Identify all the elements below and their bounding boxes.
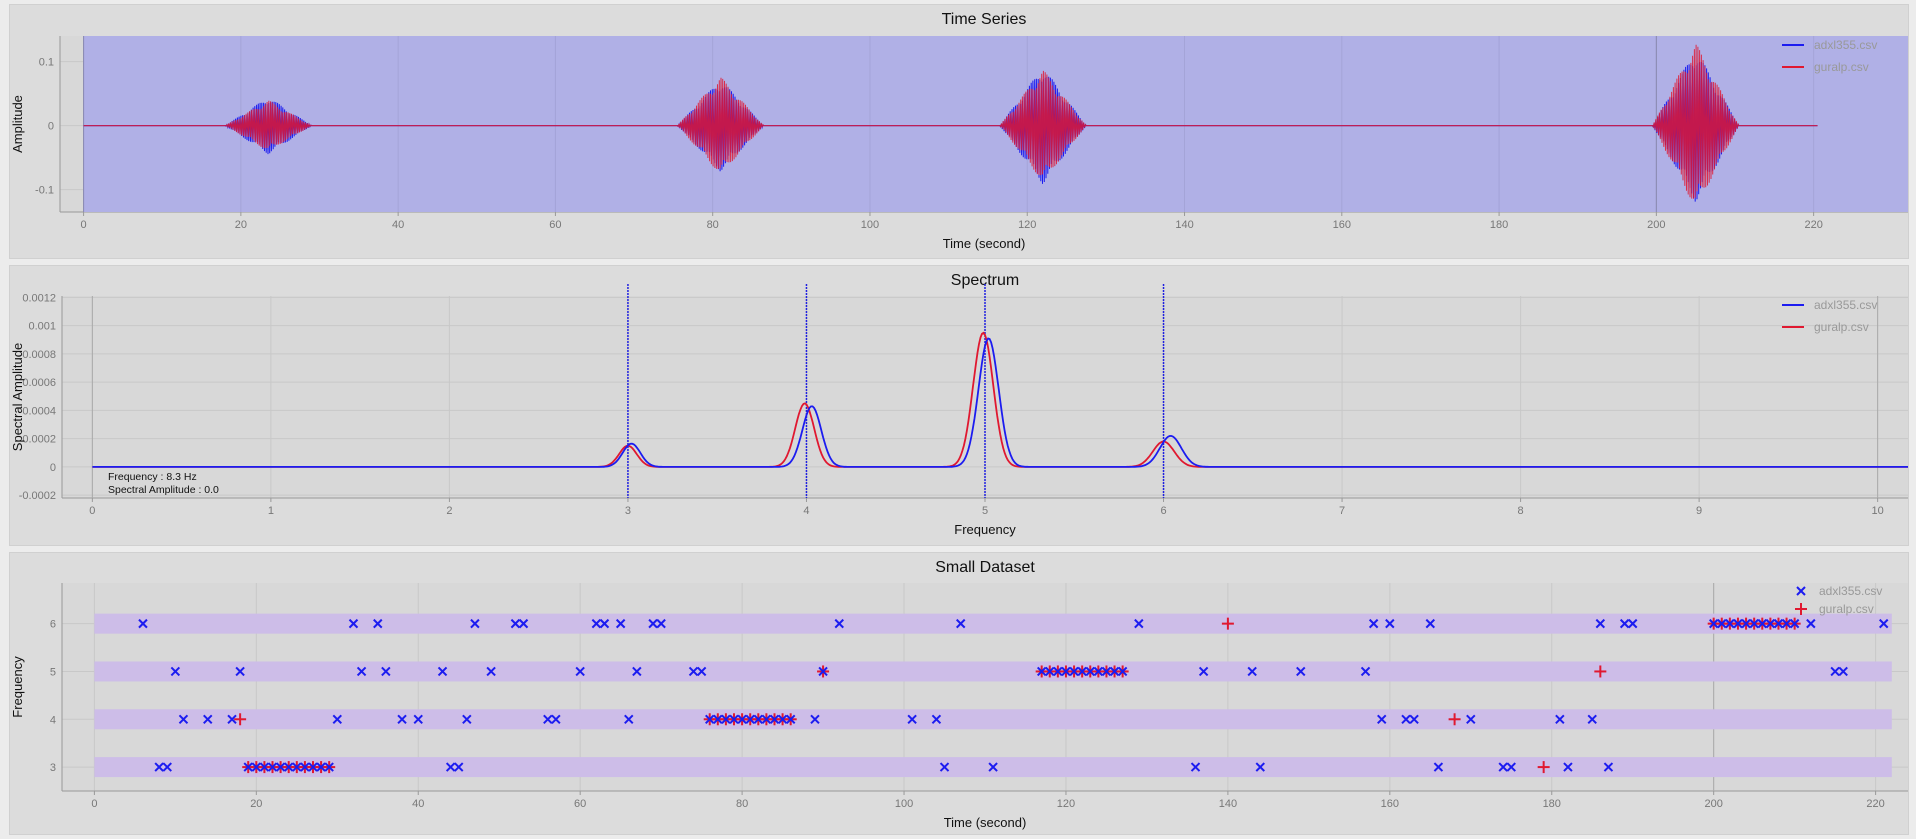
frequency-band — [94, 709, 1892, 730]
x-tick-label: 60 — [574, 798, 586, 810]
chart-title: Spectrum — [951, 272, 1019, 289]
frequency-band — [94, 613, 1892, 634]
legend-label: adxl355.csv — [1814, 298, 1877, 312]
x-tick-label: 6 — [1160, 505, 1166, 517]
x-tick-label: 4 — [803, 505, 809, 517]
x-tick-label: 2 — [446, 505, 452, 517]
y-tick-label: 0.0012 — [22, 292, 56, 304]
legend-label: guralp.csv — [1814, 320, 1869, 334]
x-tick-label: 140 — [1219, 798, 1237, 810]
x-tick-label: 20 — [250, 798, 262, 810]
x-tick-label: 0 — [81, 219, 87, 231]
x-tick-label: 9 — [1696, 505, 1702, 517]
x-tick-label: 180 — [1543, 798, 1561, 810]
x-tick-label: 1 — [268, 505, 274, 517]
x-tick-label: 200 — [1705, 798, 1723, 810]
x-tick-label: 40 — [412, 798, 424, 810]
x-tick-label: 80 — [707, 219, 719, 231]
x-tick-label: 7 — [1339, 505, 1345, 517]
legend-label: adxl355.csv — [1819, 584, 1882, 598]
legend-label: guralp.csv — [1814, 60, 1869, 74]
x-tick-label: 220 — [1804, 219, 1822, 231]
readout-amplitude: Spectral Amplitude : 0.0 — [108, 484, 219, 496]
x-tick-label: 40 — [392, 219, 404, 231]
small-dataset-panel: 0 20 40 60 80 100 120 140 160 180 200 220 3 4 5 6 Small … — [9, 552, 1909, 835]
x-tick-label: 120 — [1057, 798, 1075, 810]
x-tick-label: 120 — [1018, 219, 1036, 231]
y-tick-label: 5 — [50, 666, 56, 678]
y-tick-label: 4 — [50, 714, 56, 726]
y-tick-label: -0.1 — [35, 185, 54, 197]
y-tick-label: 6 — [50, 619, 56, 631]
y-tick-label: 0 — [50, 462, 56, 474]
y-tick-label: 0.001 — [28, 321, 56, 333]
x-tick-label: 220 — [1866, 798, 1884, 810]
y-tick-label: -0.0002 — [19, 490, 56, 502]
y-tick-label: 0.0004 — [22, 405, 56, 417]
small-dataset-chart[interactable]: 0 20 40 60 80 100 120 140 160 180 200 220 3 4 5 6 Small … — [10, 553, 1908, 834]
x-tick-label: 5 — [982, 505, 988, 517]
x-tick-label: 60 — [549, 219, 561, 231]
y-axis-label: Amplitude — [10, 95, 25, 153]
y-axis-label: Spectral Amplitude — [10, 343, 25, 451]
legend-label: guralp.csv — [1819, 602, 1874, 616]
time-series-panel: 0 20 40 60 80 100 120 140 160 180 200 220 -0.1 0 0.1 Ti… — [9, 4, 1909, 259]
spectrum-panel: 0 1 2 3 4 5 6 7 8 9 10 -0.0002 0 0.0002 0.0004 0.0006 0.… — [9, 265, 1909, 546]
y-tick-label: 3 — [50, 762, 56, 774]
readout-frequency: Frequency : 8.3 Hz — [108, 471, 197, 483]
x-tick-label: 180 — [1490, 219, 1508, 231]
chart-title: Small Dataset — [935, 559, 1035, 576]
legend-label: adxl355.csv — [1814, 38, 1877, 52]
x-tick-label: 200 — [1647, 219, 1665, 231]
x-tick-label: 10 — [1872, 505, 1884, 517]
y-axis-label: Frequency — [10, 656, 25, 718]
x-tick-label: 8 — [1518, 505, 1524, 517]
x-tick-label: 100 — [861, 219, 879, 231]
x-tick-label: 100 — [895, 798, 913, 810]
x-tick-label: 80 — [736, 798, 748, 810]
x-tick-label: 0 — [89, 505, 95, 517]
x-axis-label: Time (second) — [943, 236, 1026, 251]
x-axis-label: Frequency — [954, 522, 1016, 537]
y-tick-label: 0.0002 — [22, 434, 56, 446]
x-tick-label: 20 — [235, 219, 247, 231]
time-series-chart[interactable]: 0 20 40 60 80 100 120 140 160 180 200 220 -0.1 0 0.1 Ti… — [10, 5, 1908, 258]
spectrum-chart[interactable]: 0 1 2 3 4 5 6 7 8 9 10 -0.0002 0 0.0002 0.0004 0.0006 0.… — [10, 266, 1908, 545]
x-tick-label: 140 — [1175, 219, 1193, 231]
y-tick-label: 0.0006 — [22, 377, 56, 389]
x-axis-label: Time (second) — [944, 815, 1027, 830]
y-tick-label: 0.1 — [39, 57, 54, 69]
x-tick-label: 160 — [1333, 219, 1351, 231]
frequency-band — [94, 661, 1892, 682]
x-tick-label: 0 — [91, 798, 97, 810]
y-tick-label: 0 — [48, 121, 54, 133]
chart-title: Time Series — [942, 11, 1027, 28]
y-tick-label: 0.0008 — [22, 349, 56, 361]
x-tick-label: 160 — [1381, 798, 1399, 810]
signal-region — [83, 36, 1908, 212]
x-tick-label: 3 — [625, 505, 631, 517]
